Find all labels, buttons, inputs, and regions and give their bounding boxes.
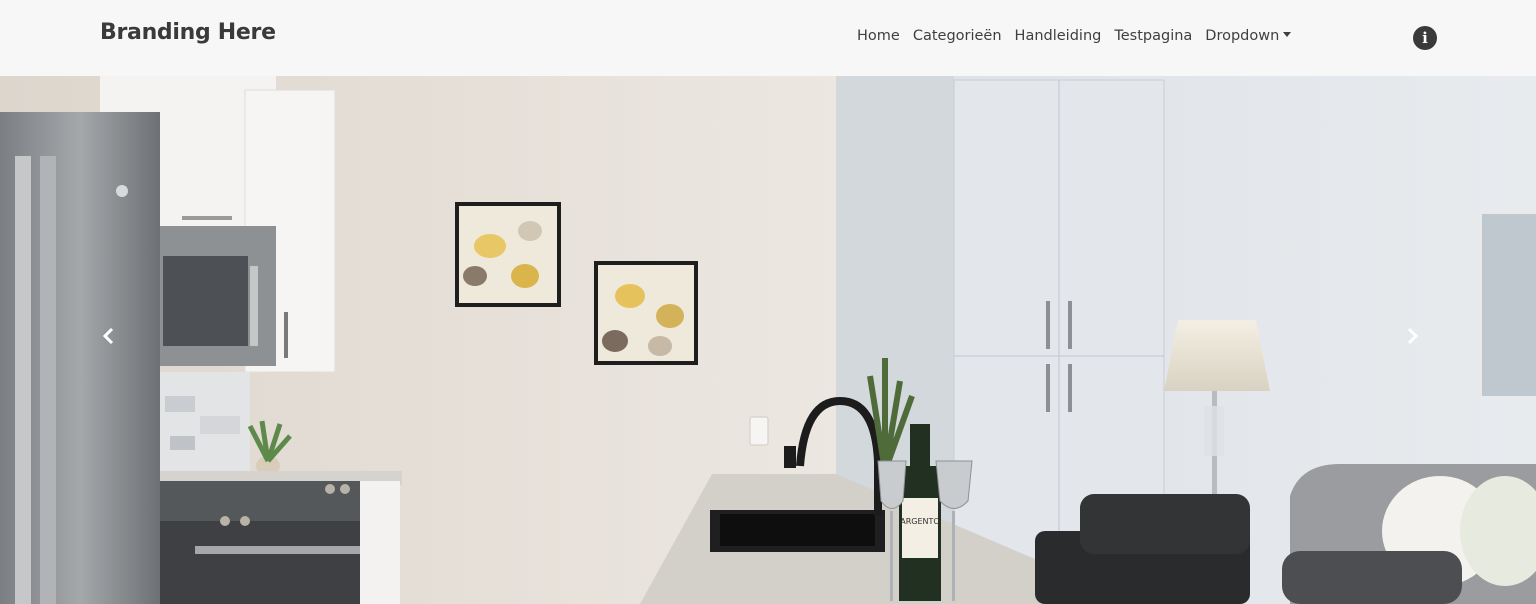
carousel-next-button[interactable] xyxy=(1406,326,1436,354)
nav-links: Home Categorieën Handleiding Testpagina … xyxy=(857,28,1292,44)
info-glyph: i xyxy=(1422,29,1428,47)
wine-label-text: ARGENTO xyxy=(900,517,939,526)
nav-link-categorieen[interactable]: Categorieën xyxy=(913,28,1002,44)
info-circle-icon[interactable]: i xyxy=(1413,26,1437,50)
nav-link-testpagina[interactable]: Testpagina xyxy=(1114,28,1192,44)
nav-link-handleiding[interactable]: Handleiding xyxy=(1015,28,1102,44)
brand-logo[interactable]: Branding Here xyxy=(100,20,276,45)
carousel-prev-button[interactable] xyxy=(101,326,131,354)
chevron-left-icon xyxy=(102,327,114,345)
nav-dropdown-label: Dropdown xyxy=(1205,28,1280,44)
nav-dropdown-toggle[interactable]: Dropdown xyxy=(1205,28,1292,44)
carousel-slide-image: ARGENTO xyxy=(0,76,1536,604)
nav-link-home[interactable]: Home xyxy=(857,28,900,44)
chevron-right-icon xyxy=(1407,327,1419,345)
caret-down-icon xyxy=(1283,32,1292,37)
hero-carousel: ARGENTO xyxy=(0,76,1536,604)
navbar: Branding Here Home Categorieën Handleidi… xyxy=(0,0,1536,76)
